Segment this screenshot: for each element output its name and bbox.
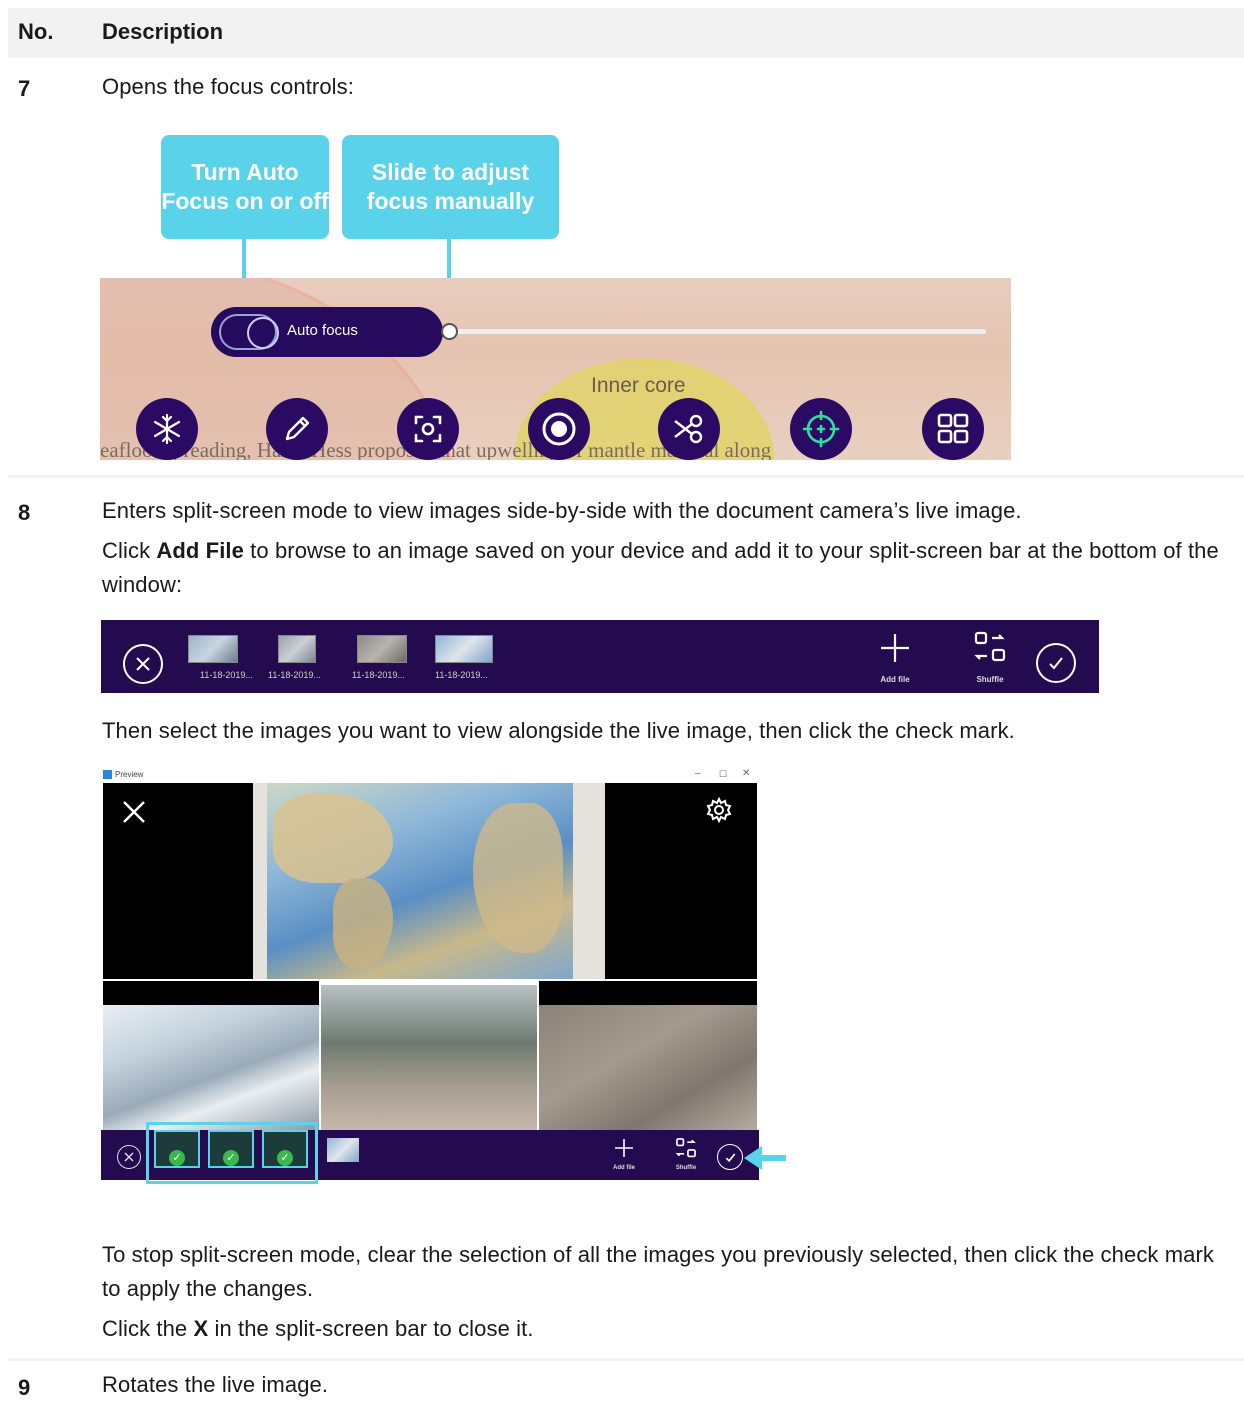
row-8-text-1: Enters split-screen mode to view images … [102,498,1022,523]
close-window-icon[interactable]: ✕ [742,768,750,779]
focus-controls-screenshot: Inner core eafloor spreading, Harry Hess… [100,278,1011,460]
shuffle-icon[interactable] [675,1137,697,1164]
text-segment: Click [102,538,157,563]
glacier-image [103,1005,319,1130]
selected-thumbnail[interactable]: ✓ [262,1130,308,1168]
rocks-image [539,1005,757,1130]
pointer-arrow-shaft [760,1155,786,1161]
forest-image [321,985,537,1130]
split-screen-bar: 11-18-2019... 11-18-2019... 11-18-2019..… [101,620,1099,693]
add-file-label: Add file [880,675,910,684]
row-9-text: Rotates the live image. [102,1372,329,1397]
thumbnail-caption: 11-18-2019... [200,670,253,680]
black-panel [103,981,319,1005]
split-screen-bar: ✓ ✓ ✓ Add file Shuffle [101,1122,759,1184]
close-icon[interactable] [123,644,163,684]
row-8-text-3: Then select the images you want to view … [102,718,1015,743]
black-panel [605,783,757,979]
header-no: No. [18,19,54,44]
map-image [253,783,605,979]
row-7-text: Opens the focus controls: [102,74,354,99]
maximize-icon[interactable]: ☐ [719,769,727,780]
row-separator [8,475,1244,478]
row-8-number: 8 [18,500,31,525]
shuffle-label: Shuffle [976,675,1004,684]
autofocus-switch-knob [247,317,279,349]
preview-window-screenshot: Preview – ☐ ✕ ✓ ✓ ✓ Add file Shuffle [101,767,759,1184]
thumbnail[interactable] [435,635,493,663]
add-file-label: Add file [613,1165,635,1171]
check-icon: ✓ [277,1150,293,1166]
text-segment: in the split-screen bar to close it. [208,1316,534,1341]
add-file-icon[interactable] [614,1138,634,1163]
shuffle-icon[interactable] [973,630,1007,669]
autofocus-toggle-pill[interactable]: Auto focus [211,307,443,357]
window-title: Preview [115,770,144,779]
add-file-icon[interactable] [879,632,911,669]
close-icon[interactable] [117,1145,141,1169]
autofocus-label: Auto focus [287,322,358,339]
row-7-number: 7 [18,76,31,101]
x-emphasis: X [193,1316,209,1341]
focus-icon[interactable] [790,398,852,460]
row-8-text-5: Click the X in the split-screen bar to c… [102,1312,534,1346]
thumbnail-caption: 11-18-2019... [435,670,488,680]
row-separator [8,1358,1244,1361]
app-icon [103,770,112,779]
selection-highlight: ✓ ✓ ✓ [146,1122,318,1184]
text-segment: to browse to an image saved on your devi… [102,538,1219,597]
row-8-text-4: To stop split-screen mode, clear the sel… [102,1242,1215,1301]
pointer-arrow-head [744,1146,762,1170]
callout-autofocus: Turn Auto Focus on or off [161,135,329,239]
pen-icon[interactable] [266,398,328,460]
capture-icon[interactable] [397,398,459,460]
crop-icon[interactable] [658,398,720,460]
black-panel [539,981,757,1005]
thumbnail[interactable] [188,635,238,663]
thumbnail[interactable] [278,635,316,663]
window-titlebar: Preview – ☐ ✕ [101,767,759,783]
split-screen-icon[interactable] [922,398,984,460]
focus-slider-track[interactable] [448,329,986,334]
thumbnail-caption: 11-18-2019... [268,670,321,680]
add-file-emphasis: Add File [156,538,244,563]
selected-thumbnail[interactable]: ✓ [154,1130,200,1168]
thumbnail-caption: 11-18-2019... [352,670,405,680]
thumbnail[interactable] [357,635,407,663]
check-icon: ✓ [169,1150,185,1166]
text-segment: Click the [102,1316,194,1341]
autofocus-switch[interactable] [219,314,279,350]
selected-thumbnail[interactable]: ✓ [208,1130,254,1168]
minimize-icon[interactable]: – [695,768,701,779]
callout-slide: Slide to adjust focus manually [342,135,559,239]
thumbnail[interactable] [327,1138,359,1162]
shuffle-label: Shuffle [675,1165,697,1171]
freeze-icon[interactable] [136,398,198,460]
inner-core-label: Inner core [591,374,686,397]
check-icon[interactable] [717,1144,743,1170]
close-icon[interactable] [119,797,149,832]
focus-slider-thumb[interactable] [441,323,458,340]
gear-icon[interactable] [706,796,732,828]
record-icon[interactable] [528,398,590,460]
check-icon: ✓ [223,1150,239,1166]
row-8-text-2: Click Add File to browse to an image sav… [102,534,1230,602]
row-9-number: 9 [18,1375,31,1400]
check-icon[interactable] [1036,643,1076,683]
header-description: Description [102,19,224,44]
